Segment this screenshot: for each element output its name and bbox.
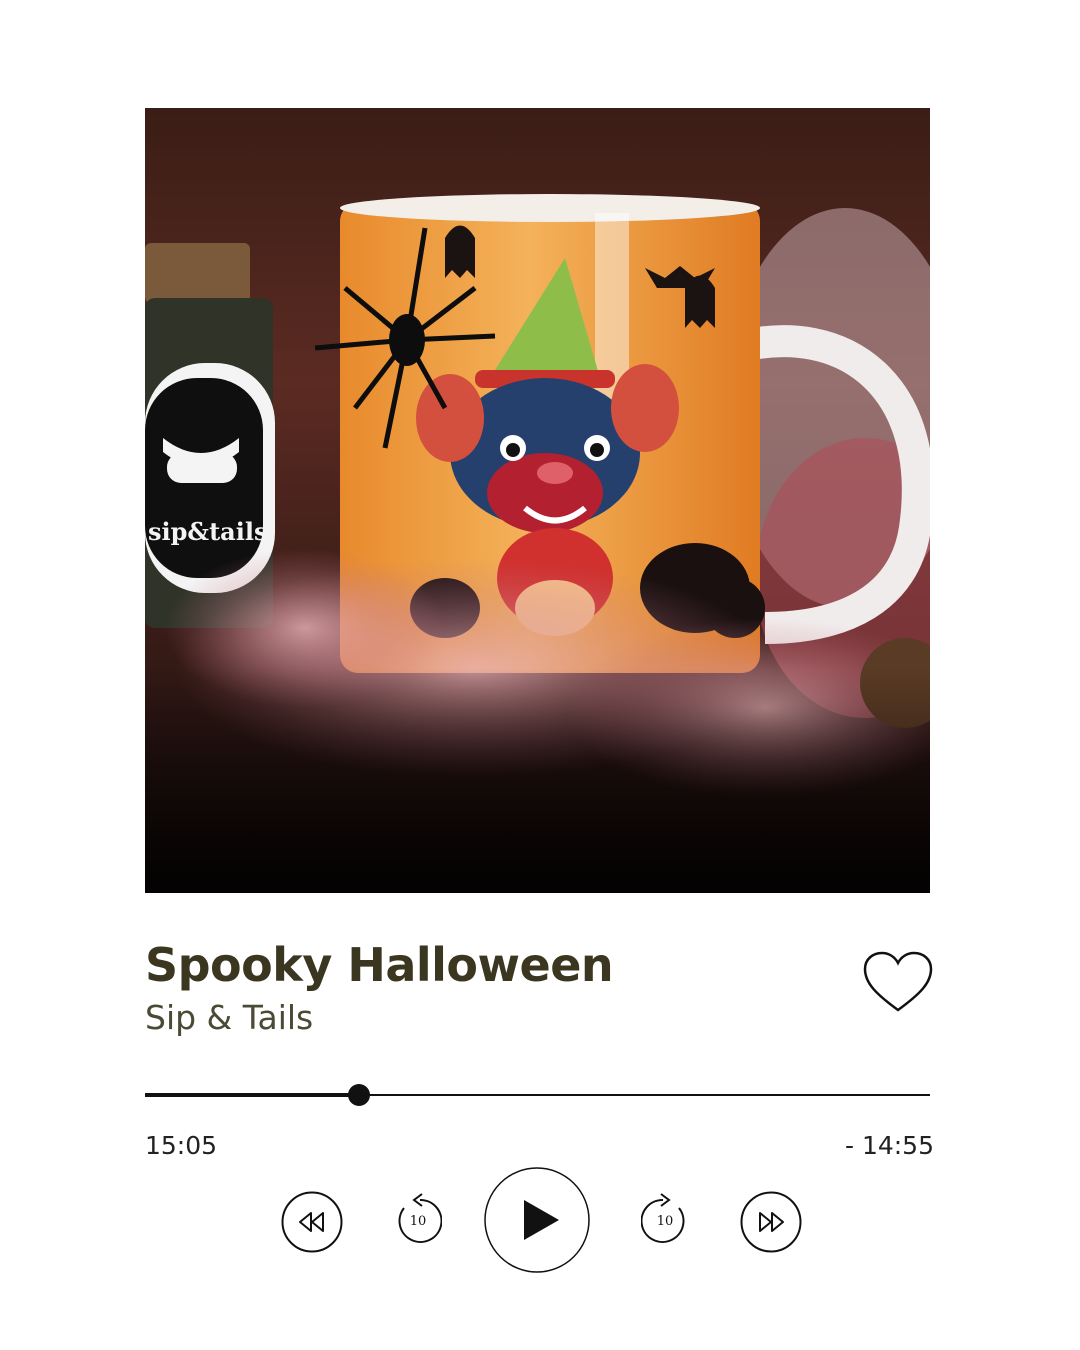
- heart-outline-icon: [863, 951, 933, 1012]
- skip-back-10-button[interactable]: 10: [394, 1191, 442, 1247]
- skip-forward-10-button[interactable]: 10: [641, 1191, 689, 1247]
- album-artwork: sip&tails: [145, 108, 930, 893]
- skip-back-seconds: 10: [410, 1214, 427, 1229]
- skip-forward-seconds: 10: [657, 1214, 674, 1229]
- fast-forward-icon: [740, 1191, 802, 1253]
- progress-fill: [145, 1093, 359, 1097]
- rewind-icon: [281, 1191, 343, 1253]
- remaining-time: - 14:55: [844, 1131, 934, 1160]
- jar-label: sip&tails: [148, 517, 267, 546]
- progress-slider[interactable]: [145, 1082, 930, 1108]
- elapsed-time: 15:05: [145, 1131, 218, 1160]
- track-title: Spooky Halloween: [145, 938, 614, 992]
- track-artist[interactable]: Sip & Tails: [145, 998, 313, 1037]
- play-button[interactable]: [484, 1167, 590, 1273]
- play-icon: [484, 1167, 590, 1273]
- progress-handle[interactable]: [347, 1084, 370, 1106]
- artwork-illustration: sip&tails: [145, 194, 930, 893]
- skip-forward-icon: 10: [641, 1193, 685, 1243]
- rewind-button[interactable]: [281, 1191, 343, 1253]
- like-button[interactable]: [862, 950, 934, 1014]
- fast-forward-button[interactable]: [740, 1191, 802, 1253]
- skip-back-icon: 10: [398, 1193, 442, 1243]
